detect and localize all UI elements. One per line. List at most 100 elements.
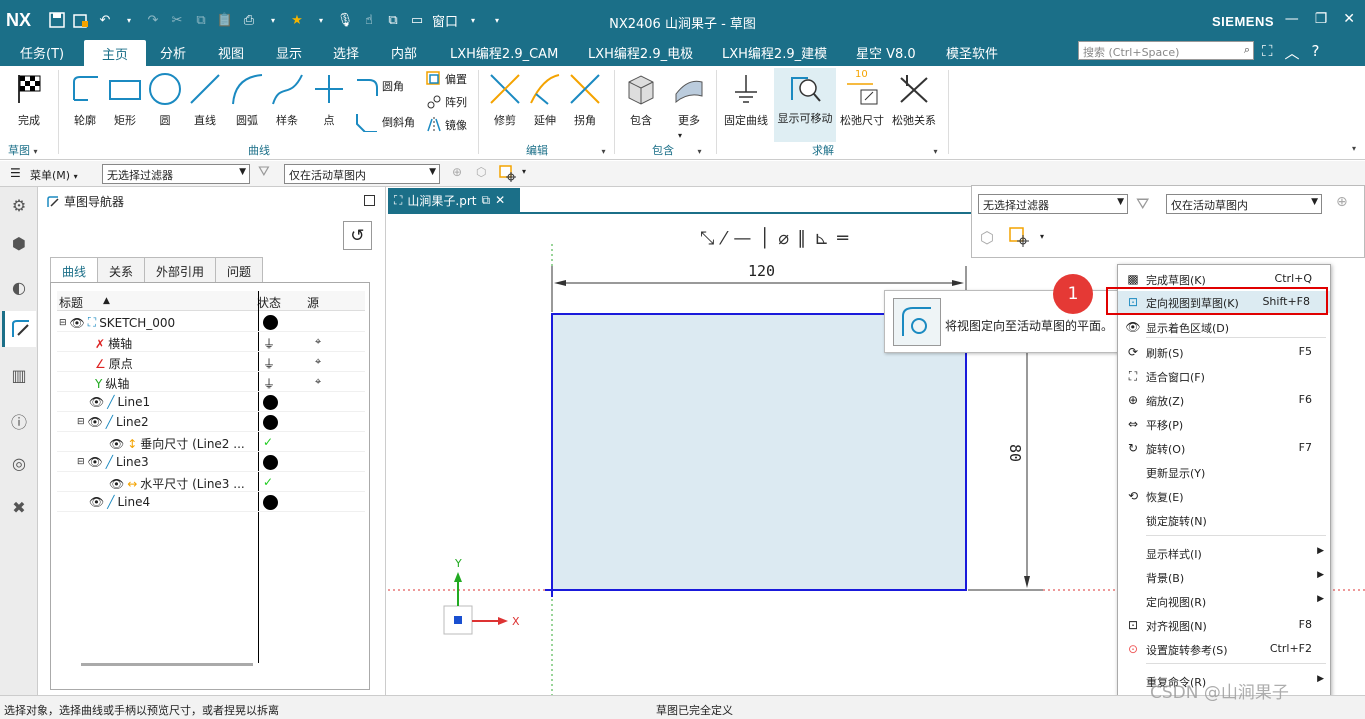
tab-analysis[interactable]: 分析 [160, 43, 186, 62]
close-icon[interactable]: ✕ [1343, 11, 1355, 27]
ribbon-options-icon[interactable]: ▾ [1352, 144, 1356, 153]
arc-button[interactable]: 圆弧 [228, 70, 266, 128]
tree-row-line2[interactable]: ⊟ 👁 ╱ Line2 [57, 412, 365, 432]
col-title[interactable]: 标题 [59, 294, 83, 311]
fullscreen-icon[interactable]: ⛶ [1262, 42, 1273, 63]
part-navigator-icon[interactable]: ⬢ [7, 231, 31, 255]
scope-filter-select[interactable]: 仅在活动草图内 ▼ [284, 164, 440, 184]
tab-external-refs[interactable]: 外部引用 [144, 257, 217, 282]
collapse-icon[interactable]: ⊟ [77, 417, 85, 427]
filter-funnel-icon[interactable]: ⛛ [1136, 194, 1149, 214]
tree-row-line1[interactable]: 👁 ╱ Line1 [57, 392, 365, 412]
tab-lxh-modeling[interactable]: LXH编程2.9_建模 [722, 43, 827, 62]
line-button[interactable]: 直线 [186, 70, 224, 128]
group-include-dropdown-icon[interactable]: ▾ [698, 147, 702, 156]
tree-row-horizontal-axis[interactable]: ✗ 横轴 ⏚ ⌖ [57, 332, 365, 352]
collapse-icon[interactable]: ⊟ [59, 318, 67, 328]
finish-sketch-button[interactable]: 完成 [10, 70, 48, 128]
eye-icon[interactable]: 👁 [89, 395, 104, 409]
horizontal-dimension-value[interactable]: 120 [748, 262, 775, 280]
fillet-button[interactable]: 圆角 [355, 76, 404, 96]
tree-row-line4[interactable]: 👁 ╱ Line4 [57, 492, 365, 512]
menu-item-pan[interactable]: ⇔ 平移(P) [1118, 413, 1330, 435]
menu-item-display-style[interactable]: 显示样式(I) ▶ [1118, 542, 1330, 564]
tab-lxh-cam[interactable]: LXH编程2.9_CAM [450, 43, 558, 62]
tab-issues[interactable]: 问题 [215, 257, 264, 282]
close-tab-icon[interactable]: ✕ [495, 193, 505, 207]
menu-item-align-view[interactable]: ⊡ 对齐视图(N) F8 [1118, 614, 1330, 636]
menu-item-rotate[interactable]: ↻ 旋转(O) F7 [1118, 437, 1330, 459]
command-search-input[interactable]: 搜索 (Ctrl+Space) ⌕ [1078, 41, 1254, 60]
tab-home[interactable]: 主页 [84, 40, 147, 66]
profile-button[interactable]: 轮廓 [66, 70, 104, 128]
horizontal-icon[interactable]: — [733, 228, 751, 249]
web-browser-icon[interactable]: ◎ [7, 451, 31, 475]
chamfer-button[interactable]: 倒斜角 [355, 112, 415, 132]
tab-internal[interactable]: 内部 [391, 43, 417, 62]
search-icon[interactable]: ⌕ [1244, 43, 1250, 57]
more-button[interactable]: 更多 ▾ [670, 70, 708, 141]
menu-item-zoom[interactable]: ⊕ 缩放(Z) F6 [1118, 389, 1330, 411]
eye-icon[interactable]: 👁 [88, 415, 103, 429]
filter-funnel-icon[interactable]: ⛛ [258, 164, 270, 180]
eye-icon[interactable]: 👁 [88, 455, 103, 469]
extend-button[interactable]: 延伸 [526, 70, 564, 128]
eye-icon[interactable]: 👁 [109, 477, 124, 491]
tree-row-horizontal-dimension[interactable]: 👁 ↔ 水平尺寸 (Line3 ... ✓ [57, 472, 365, 492]
perpendicular-icon[interactable]: ⊾ [814, 228, 829, 249]
vertical-icon[interactable]: │ [759, 228, 770, 249]
popup-scope-filter-select[interactable]: 仅在活动草图内 ▼ [1166, 194, 1322, 214]
eye-icon[interactable]: 👁 [89, 495, 104, 509]
circle-button[interactable]: 圆 [146, 70, 184, 128]
select-cube-icon[interactable]: ⬡ [476, 165, 486, 179]
pattern-button[interactable]: 阵列 [426, 94, 467, 110]
restore-icon[interactable]: ❐ [1315, 11, 1328, 27]
menu-item-orient-view[interactable]: 定向视图(R) ▶ [1118, 590, 1330, 612]
tab-select[interactable]: 选择 [333, 43, 359, 62]
equal-length-icon[interactable]: ═ [837, 228, 848, 249]
parallel-icon[interactable]: ∥ [797, 228, 806, 249]
collapse-ribbon-icon[interactable]: ︿ [1285, 42, 1300, 63]
constraint-navigator-icon[interactable]: ▥ [7, 363, 31, 387]
tab-lxh-electrode[interactable]: LXH编程2.9_电极 [588, 43, 693, 62]
horizontal-scrollbar[interactable] [81, 663, 253, 666]
sort-ascending-icon[interactable]: ▲ [103, 296, 110, 306]
col-status[interactable]: 状态 [257, 294, 281, 311]
tab-xingkong[interactable]: 星空 V8.0 [856, 43, 916, 62]
tangent-icon[interactable]: ⌀ [778, 228, 789, 249]
sketch-navigator-icon[interactable] [2, 311, 36, 347]
corner-button[interactable]: 拐角 [566, 70, 604, 128]
group-solve-dropdown-icon[interactable]: ▾ [934, 147, 938, 156]
tree-row-line3[interactable]: ⊟ 👁 ╱ Line3 [57, 452, 365, 472]
coincident-icon[interactable]: ⤡ [700, 228, 714, 249]
intent-dropdown-icon[interactable]: ▾ [1040, 232, 1044, 241]
trim-button[interactable]: 修剪 [486, 70, 524, 128]
tree-row-vertical-axis[interactable]: Y 纵轴 ⏚ ⌖ [57, 372, 365, 392]
tab-view[interactable]: 视图 [218, 43, 244, 62]
assembly-navigator-icon[interactable]: ◐ [7, 275, 31, 299]
intent-dropdown-icon[interactable]: ▾ [522, 167, 526, 176]
menu-item-update-display[interactable]: 更新显示(Y) [1118, 461, 1330, 483]
maximize-icon[interactable] [364, 195, 375, 206]
selection-intent-icon[interactable] [498, 164, 516, 182]
popup-type-filter-select[interactable]: 无选择过滤器 ▼ [978, 194, 1128, 214]
relax-dimension-button[interactable]: 10 松弛尺寸 [840, 69, 884, 128]
menu-button[interactable]: 菜单(M) ▾ [30, 167, 78, 183]
tree-row-origin[interactable]: ∠ 原点 ⏚ ⌖ [57, 352, 365, 372]
point-on-curve-icon[interactable]: ⁄ [722, 228, 725, 249]
info-icon[interactable]: ⓘ [7, 409, 31, 433]
mirror-button[interactable]: 镜像 [426, 117, 467, 133]
settings-gear-icon[interactable]: ⚙ [7, 193, 31, 217]
include-button[interactable]: 包含 [622, 70, 660, 128]
tab-display[interactable]: 显示 [276, 43, 302, 62]
group-sketch-dropdown-icon[interactable]: ▾ [34, 147, 38, 156]
menu-item-refresh[interactable]: ⟳ 刷新(S) F5 [1118, 341, 1330, 363]
part-file-tab[interactable]: ⛶ 山涧果子.prt ⧉ ✕ [388, 188, 520, 212]
collapse-icon[interactable]: ⊟ [77, 457, 85, 467]
tab-mosheng[interactable]: 模圣软件 [946, 43, 998, 62]
reset-navigator-icon[interactable]: ↺ [343, 221, 372, 250]
menu-item-restore[interactable]: ⟲ 恢复(E) [1118, 485, 1330, 507]
relax-relation-button[interactable]: 松弛关系 [892, 70, 936, 128]
tab-curves[interactable]: 曲线 [50, 257, 99, 283]
snap-point-icon[interactable]: ⊕ [1336, 194, 1348, 210]
